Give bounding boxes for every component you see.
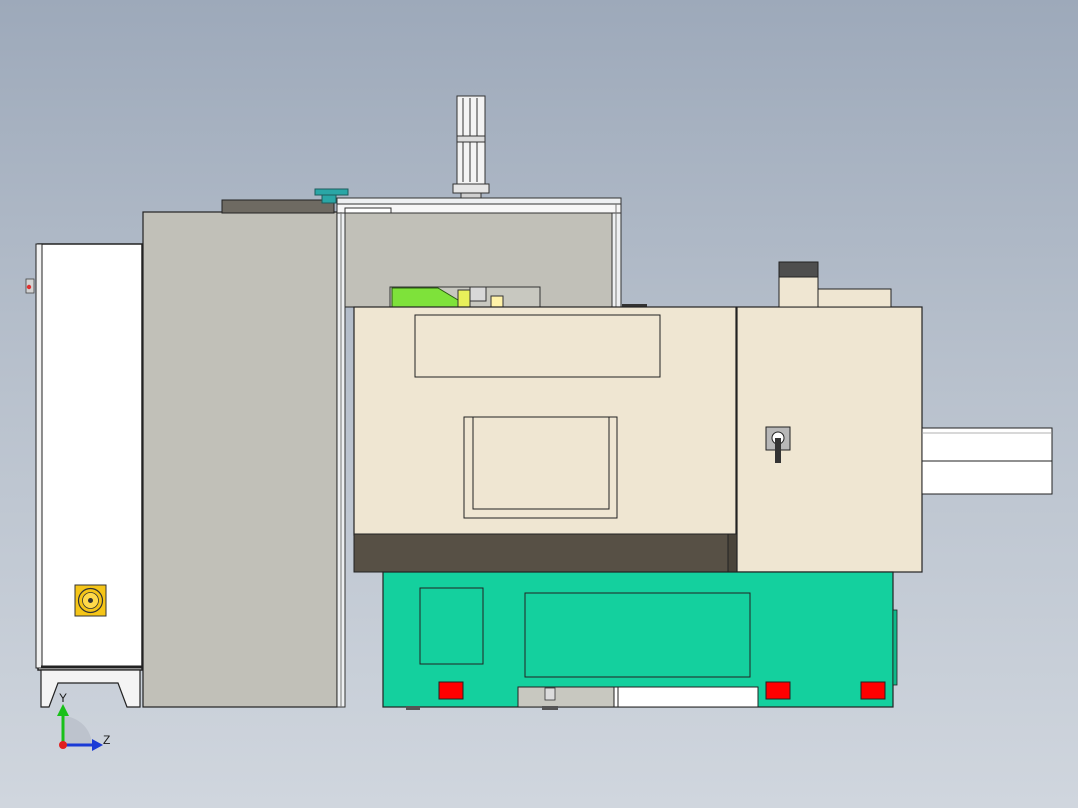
triad-y-label: Y — [59, 691, 67, 705]
coordinate-triad-icon: Y Z — [57, 691, 110, 751]
top-cover-plate — [221, 199, 335, 214]
triad-z-label: Z — [103, 733, 110, 747]
control-box-top-cap — [778, 261, 819, 278]
top-panel — [414, 314, 661, 378]
dark-band — [353, 533, 737, 573]
red-indicator — [438, 681, 464, 700]
outfeed-conveyor — [921, 427, 1053, 495]
vertical-cylinder — [452, 95, 490, 199]
machine-base — [382, 571, 898, 710]
red-indicator — [765, 681, 791, 700]
leveling-foot — [544, 687, 556, 701]
fan-icon — [74, 584, 107, 617]
beige-housing — [353, 306, 738, 573]
electrical-cabinet — [25, 243, 143, 708]
cabinet-base — [40, 669, 141, 708]
cad-viewport: Y Z — [25, 95, 1053, 751]
control-box — [736, 261, 923, 573]
triad-origin — [59, 741, 67, 749]
red-indicator — [860, 681, 886, 700]
